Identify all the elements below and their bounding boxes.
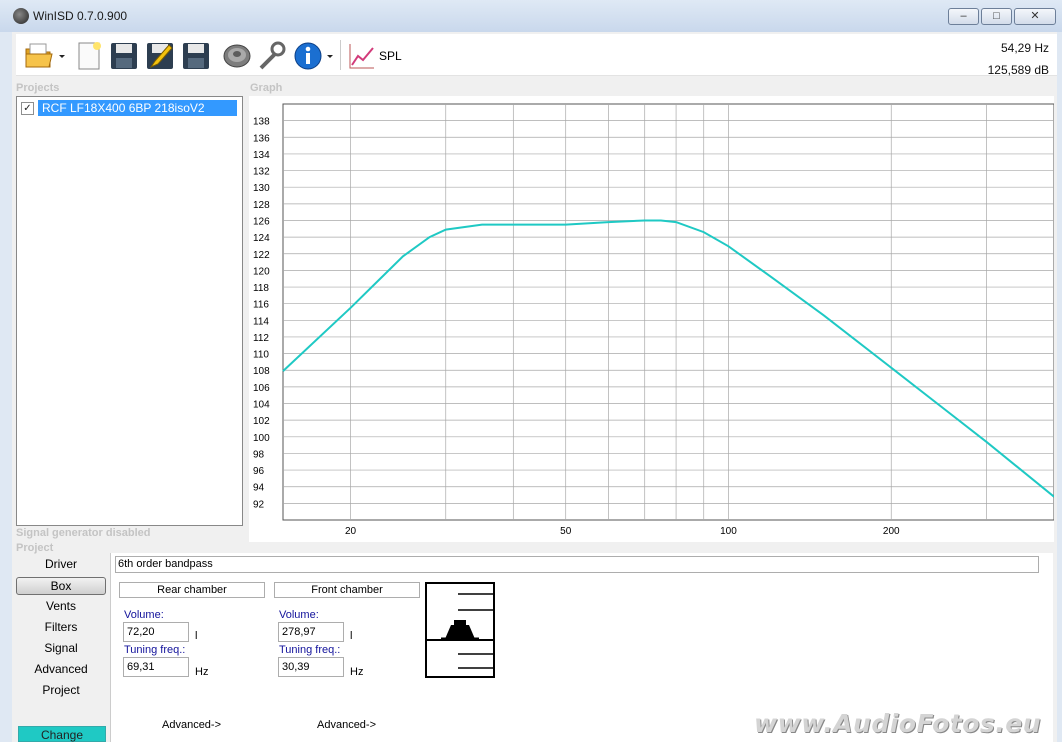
window-controls: – □ ✕ <box>948 8 1056 25</box>
y-tick-label: 112 <box>253 333 269 344</box>
front-volume-input[interactable]: 278,97 <box>278 622 344 642</box>
minimize-button[interactable]: – <box>948 8 979 25</box>
frequency-readout: 54,29 Hz <box>1000 41 1049 55</box>
open-folder-icon[interactable] <box>24 41 54 71</box>
nav-vents[interactable]: Vents <box>16 598 106 616</box>
front-tuning-unit: Hz <box>350 666 364 678</box>
project-nav: Driver Box Vents Filters Signal Advanced… <box>16 556 108 703</box>
tools-icon[interactable] <box>257 41 287 71</box>
info-icon[interactable] <box>293 41 323 71</box>
y-tick-label: 138 <box>253 117 270 128</box>
bandpass-box-diagram <box>425 582 495 678</box>
front-advanced-link[interactable]: Advanced-> <box>317 719 376 731</box>
spl-readout: 125,589 dB <box>987 63 1049 77</box>
spl-button-label[interactable]: SPL <box>379 49 402 63</box>
projects-list: ✓ RCF LF18X400 6BP 218isoV2 <box>16 96 243 526</box>
y-tick-label: 120 <box>253 266 270 277</box>
title-bar: WinISD 0.7.0.900 – □ ✕ <box>0 0 1062 32</box>
y-tick-label: 114 <box>253 316 269 327</box>
y-tick-label: 110 <box>253 350 269 361</box>
new-document-icon[interactable] <box>74 41 104 71</box>
plot-area <box>282 103 1054 521</box>
project-caption: Project <box>16 542 54 554</box>
y-tick-label: 132 <box>253 167 270 178</box>
nav-box[interactable]: Box <box>16 577 106 595</box>
y-tick-label: 134 <box>253 150 270 161</box>
rear-volume-unit: l <box>195 630 198 642</box>
rear-tuning-input[interactable]: 69,31 <box>123 657 189 677</box>
box-type-select[interactable]: 6th order bandpass <box>115 556 1039 573</box>
watermark: www.AudioFotos.eu <box>754 709 1042 738</box>
nav-filters[interactable]: Filters <box>16 619 106 637</box>
y-tick-label: 102 <box>253 416 270 427</box>
y-tick-label: 124 <box>253 233 270 244</box>
project-name[interactable]: RCF LF18X400 6BP 218isoV2 <box>38 100 237 116</box>
front-volume-unit: l <box>350 630 353 642</box>
rear-chamber-header: Rear chamber <box>119 582 265 598</box>
driver-icon[interactable] <box>222 41 252 71</box>
toolbar: SPL 54,29 Hz 125,589 dB <box>16 34 1057 77</box>
y-tick-label: 100 <box>253 433 270 444</box>
y-tick-label: 130 <box>253 183 270 194</box>
toolbar-separator <box>340 40 341 70</box>
y-tick-label: 98 <box>253 449 265 460</box>
y-tick-label: 128 <box>253 200 270 211</box>
save-all-icon[interactable] <box>181 41 211 71</box>
rear-tuning-unit: Hz <box>195 666 209 678</box>
y-tick-label: 106 <box>253 383 270 394</box>
front-tuning-input[interactable]: 30,39 <box>278 657 344 677</box>
rear-tuning-label: Tuning freq.: <box>124 644 186 656</box>
change-button[interactable]: Change <box>18 726 106 742</box>
save-as-icon[interactable] <box>145 41 175 71</box>
main-window: SPL 54,29 Hz 125,589 dB Projects Graph ✓… <box>12 32 1057 742</box>
rear-advanced-link[interactable]: Advanced-> <box>162 719 221 731</box>
x-tick-label: 50 <box>560 526 572 537</box>
front-tuning-label: Tuning freq.: <box>279 644 341 656</box>
front-volume-label: Volume: <box>279 609 319 621</box>
list-item[interactable]: ✓ RCF LF18X400 6BP 218isoV2 <box>21 100 237 116</box>
save-icon[interactable] <box>109 41 139 71</box>
x-tick-label: 20 <box>345 526 357 537</box>
y-tick-label: 118 <box>253 283 269 294</box>
spl-graph[interactable]: 92 94 96 98 100 102 104 106 108 110 112 114 116 118 12… <box>249 96 1054 542</box>
projects-caption: Projects <box>16 82 60 94</box>
y-tick-label: 122 <box>253 250 270 261</box>
spl-graph-icon[interactable] <box>347 41 377 71</box>
y-tick-label: 94 <box>253 483 265 494</box>
y-tick-label: 108 <box>253 366 270 377</box>
y-tick-label: 104 <box>253 400 270 411</box>
y-tick-label: 116 <box>253 300 269 311</box>
window-title: WinISD 0.7.0.900 <box>33 9 128 23</box>
graph-caption: Graph <box>250 82 283 94</box>
x-tick-label: 100 <box>720 526 737 537</box>
nav-advanced[interactable]: Advanced <box>16 661 106 679</box>
rear-volume-input[interactable]: 72,20 <box>123 622 189 642</box>
info-dropdown-icon[interactable] <box>326 41 334 71</box>
app-icon <box>13 8 29 24</box>
rear-volume-label: Volume: <box>124 609 164 621</box>
nav-project[interactable]: Project <box>16 682 106 700</box>
maximize-button[interactable]: □ <box>981 8 1012 25</box>
y-tick-label: 92 <box>253 499 265 510</box>
y-tick-label: 136 <box>253 133 270 144</box>
close-button[interactable]: ✕ <box>1014 8 1056 25</box>
nav-driver[interactable]: Driver <box>16 556 106 574</box>
signal-generator-caption: Signal generator disabled <box>16 527 151 539</box>
project-checkbox[interactable]: ✓ <box>21 101 34 115</box>
y-tick-label: 96 <box>253 466 265 477</box>
nav-signal[interactable]: Signal <box>16 640 106 658</box>
y-tick-label: 126 <box>253 216 270 227</box>
front-chamber-header: Front chamber <box>274 582 420 598</box>
open-dropdown-icon[interactable] <box>58 41 66 71</box>
x-tick-label: 200 <box>883 526 900 537</box>
